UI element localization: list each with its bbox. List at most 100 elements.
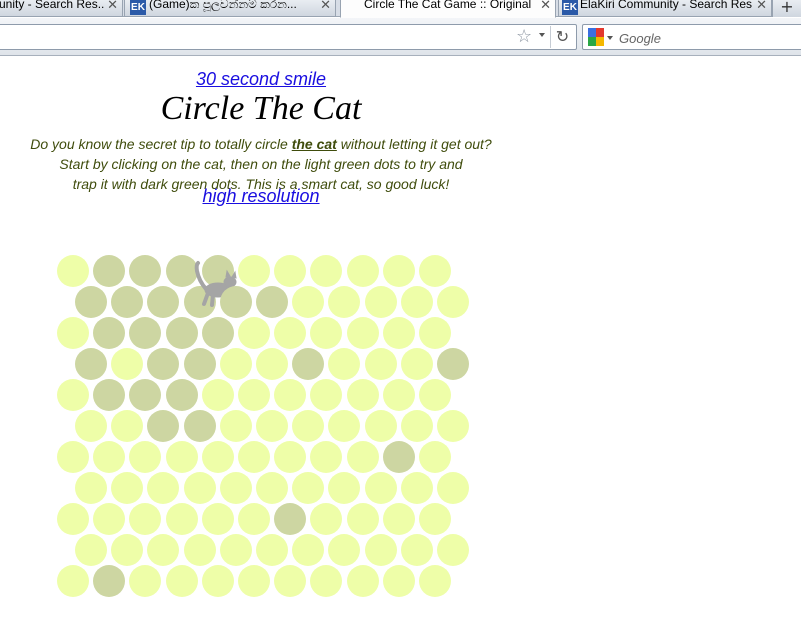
light-dot[interactable]: [238, 317, 270, 349]
dark-dot[interactable]: [382, 441, 415, 473]
light-dot[interactable]: [274, 379, 307, 411]
bookmark-star-icon[interactable]: ☆: [516, 27, 532, 47]
light-dot[interactable]: [219, 410, 252, 442]
light-dot[interactable]: [256, 348, 288, 380]
tab-game-sinhala[interactable]: EK (Game)ක පූලවන්නම් කරන... ✕: [124, 0, 336, 17]
light-dot[interactable]: [310, 503, 343, 535]
dark-dot[interactable]: [201, 317, 234, 349]
light-dot[interactable]: [201, 379, 234, 411]
dark-dot[interactable]: [219, 286, 252, 318]
light-dot[interactable]: [346, 565, 379, 597]
light-dot[interactable]: [346, 255, 379, 287]
light-dot[interactable]: [328, 472, 361, 504]
dark-dot[interactable]: [256, 286, 288, 318]
light-dot[interactable]: [310, 255, 343, 287]
dark-dot[interactable]: [93, 379, 126, 411]
light-dot[interactable]: [364, 410, 397, 442]
light-dot[interactable]: [75, 472, 107, 504]
light-dot[interactable]: [400, 348, 433, 380]
light-dot[interactable]: [75, 534, 107, 566]
google-icon[interactable]: [588, 28, 604, 46]
light-dot[interactable]: [93, 441, 126, 473]
light-dot[interactable]: [310, 565, 343, 597]
light-dot[interactable]: [400, 410, 433, 442]
light-dot[interactable]: [165, 441, 198, 473]
dark-dot[interactable]: [147, 286, 180, 318]
close-icon[interactable]: ✕: [320, 0, 331, 13]
close-icon[interactable]: ✕: [107, 0, 118, 13]
light-dot[interactable]: [346, 503, 379, 535]
dark-dot[interactable]: [129, 255, 162, 287]
dark-dot[interactable]: [111, 286, 144, 318]
dark-dot[interactable]: [165, 317, 198, 349]
dark-dot[interactable]: [183, 348, 216, 380]
light-dot[interactable]: [437, 286, 469, 318]
light-dot[interactable]: [165, 565, 198, 597]
dark-dot[interactable]: [93, 255, 126, 287]
light-dot[interactable]: [419, 503, 451, 535]
dark-dot[interactable]: [129, 379, 162, 411]
dark-dot[interactable]: [129, 317, 162, 349]
light-dot[interactable]: [419, 441, 451, 473]
dark-dot[interactable]: [292, 348, 325, 380]
light-dot[interactable]: [400, 472, 433, 504]
light-dot[interactable]: [111, 348, 144, 380]
light-dot[interactable]: [346, 379, 379, 411]
light-dot[interactable]: [292, 410, 325, 442]
light-dot[interactable]: [57, 379, 89, 411]
light-dot[interactable]: [346, 317, 379, 349]
light-dot[interactable]: [328, 348, 361, 380]
close-icon[interactable]: ✕: [540, 0, 551, 13]
light-dot[interactable]: [382, 255, 415, 287]
light-dot[interactable]: [219, 472, 252, 504]
dark-dot[interactable]: [93, 317, 126, 349]
light-dot[interactable]: [201, 503, 234, 535]
light-dot[interactable]: [57, 441, 89, 473]
light-dot[interactable]: [274, 441, 307, 473]
light-dot[interactable]: [219, 534, 252, 566]
history-dropdown-icon[interactable]: [539, 33, 545, 37]
light-dot[interactable]: [75, 410, 107, 442]
tab-circle-the-cat[interactable]: Circle The Cat Game :: Original ✕: [340, 0, 556, 18]
light-dot[interactable]: [437, 534, 469, 566]
light-dot[interactable]: [310, 379, 343, 411]
light-dot[interactable]: [57, 503, 89, 535]
light-dot[interactable]: [310, 317, 343, 349]
dark-dot[interactable]: [93, 565, 126, 597]
light-dot[interactable]: [111, 472, 144, 504]
light-dot[interactable]: [328, 286, 361, 318]
light-dot[interactable]: [419, 565, 451, 597]
dark-dot[interactable]: [147, 410, 180, 442]
close-icon[interactable]: ✕: [756, 0, 767, 13]
new-tab-button[interactable]: +: [772, 0, 801, 17]
light-dot[interactable]: [419, 379, 451, 411]
dark-dot[interactable]: [274, 503, 307, 535]
light-dot[interactable]: [129, 565, 162, 597]
dark-dot[interactable]: [147, 348, 180, 380]
light-dot[interactable]: [129, 503, 162, 535]
light-dot[interactable]: [111, 410, 144, 442]
light-dot[interactable]: [165, 503, 198, 535]
light-dot[interactable]: [183, 534, 216, 566]
dark-dot[interactable]: [183, 410, 216, 442]
tab-elakiri-search[interactable]: EK ElaKiri Community - Search Res... ✕: [558, 0, 772, 17]
light-dot[interactable]: [238, 379, 270, 411]
light-dot[interactable]: [382, 379, 415, 411]
light-dot[interactable]: [364, 286, 397, 318]
light-dot[interactable]: [382, 503, 415, 535]
light-dot[interactable]: [57, 565, 89, 597]
dark-dot[interactable]: [165, 379, 198, 411]
light-dot[interactable]: [238, 503, 270, 535]
light-dot[interactable]: [346, 441, 379, 473]
light-dot[interactable]: [364, 472, 397, 504]
light-dot[interactable]: [310, 441, 343, 473]
light-dot[interactable]: [382, 565, 415, 597]
light-dot[interactable]: [292, 534, 325, 566]
light-dot[interactable]: [219, 348, 252, 380]
search-input[interactable]: [619, 29, 799, 47]
light-dot[interactable]: [419, 255, 451, 287]
light-dot[interactable]: [292, 286, 325, 318]
search-bar[interactable]: [582, 24, 801, 50]
search-engine-dropdown-icon[interactable]: [607, 36, 613, 40]
light-dot[interactable]: [274, 565, 307, 597]
